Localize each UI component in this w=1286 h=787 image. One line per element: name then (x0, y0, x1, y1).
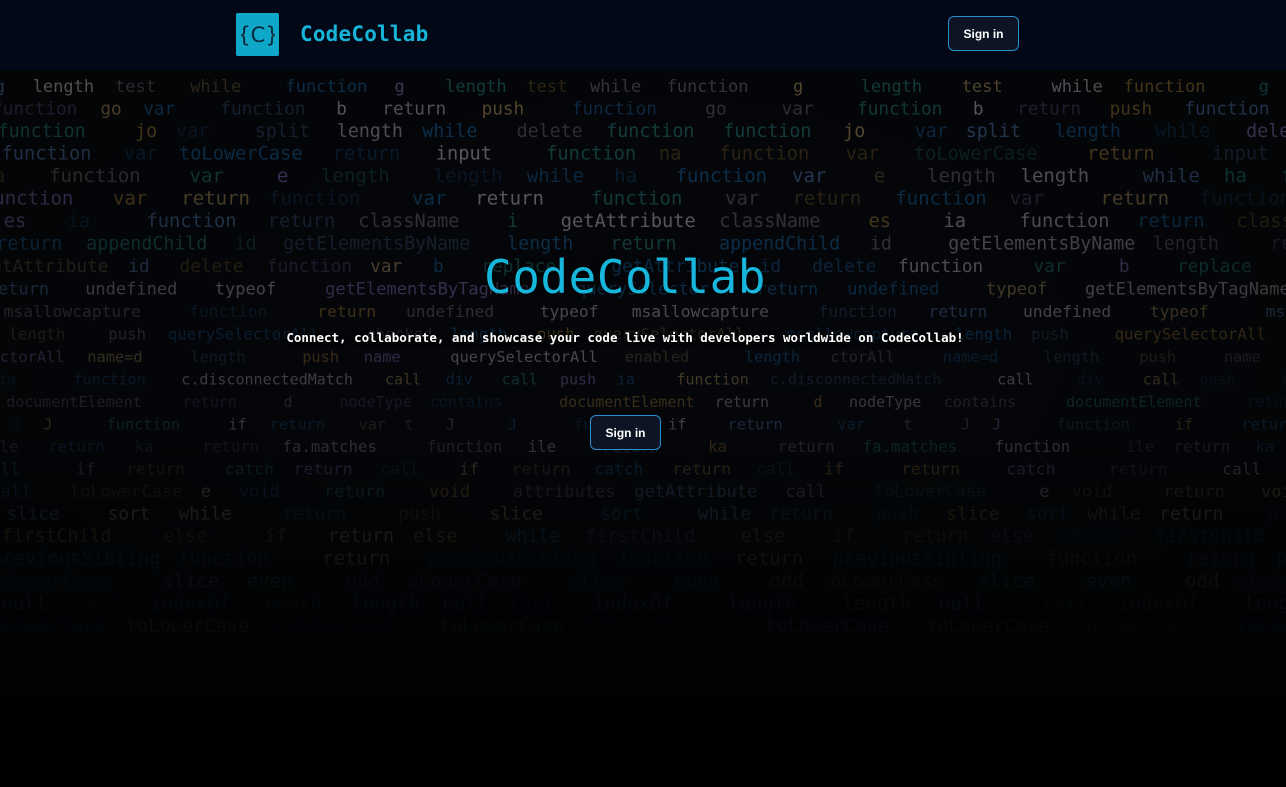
curly-braces-c-icon: {C} (241, 23, 275, 47)
nav-signin-button[interactable]: Sign in (948, 16, 1019, 51)
hero-subtitle: Connect, collaborate, and showcase your … (286, 330, 964, 345)
hero-signin-button[interactable]: Sign in (590, 415, 661, 450)
hero-overlay (0, 70, 1286, 707)
top-navbar: {C} CodeCollab Sign in (0, 0, 1286, 70)
brand-name: CodeCollab (300, 22, 429, 46)
brand[interactable]: {C} CodeCollab (236, 12, 428, 56)
hero-title: CodeCollab (484, 250, 766, 304)
hero-section: glengthtestwhilefunctionglengthtestwhile… (0, 70, 1286, 707)
svg-text:{C}: {C} (241, 23, 275, 47)
codecollab-logo-icon: {C} (236, 12, 279, 56)
page-footer-area (0, 707, 1286, 787)
